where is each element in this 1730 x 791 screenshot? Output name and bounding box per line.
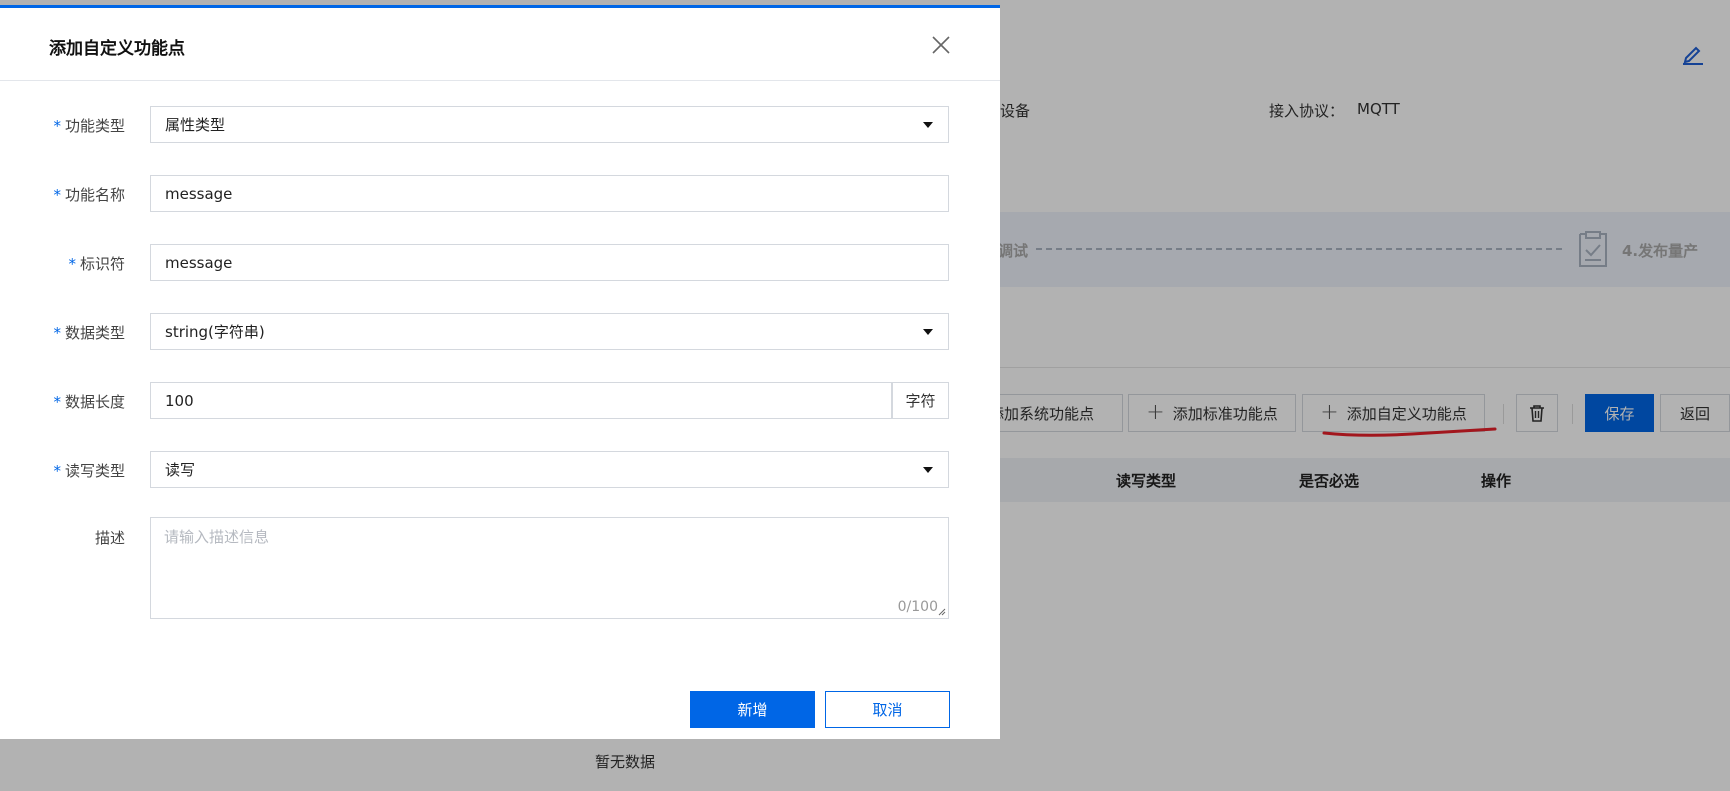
- cancel-button[interactable]: 取消: [825, 691, 950, 728]
- data-type-value: string(字符串): [165, 323, 265, 341]
- required-mark: *: [53, 393, 61, 411]
- rw-type-select[interactable]: 读写: [150, 451, 949, 488]
- data-length-label: * 数据长度: [53, 393, 125, 411]
- required-mark: *: [53, 117, 61, 135]
- dialog-header: 添加自定义功能点: [0, 8, 1000, 81]
- resize-handle-icon[interactable]: [938, 608, 946, 616]
- identifier-input[interactable]: [165, 253, 948, 272]
- add-custom-function-dialog: 添加自定义功能点 *功能类型 属性类型 *功能名称 *标识符 *数据类型 str…: [0, 5, 1000, 739]
- required-mark: *: [53, 462, 61, 480]
- func-type-value: 属性类型: [165, 116, 226, 134]
- required-mark: *: [53, 186, 61, 204]
- data-length-input[interactable]: [165, 391, 891, 410]
- required-mark: *: [68, 255, 76, 273]
- submit-button[interactable]: 新增: [690, 691, 815, 728]
- close-icon[interactable]: [929, 33, 953, 57]
- description-textarea[interactable]: [151, 518, 948, 618]
- func-type-select[interactable]: 属性类型: [150, 106, 949, 143]
- identifier-label: * 标识符: [68, 255, 125, 273]
- dialog-title: 添加自定义功能点: [49, 39, 185, 59]
- func-name-label: * 功能名称: [53, 186, 125, 204]
- func-name-input[interactable]: [165, 184, 948, 203]
- char-counter: 0/100: [897, 599, 938, 615]
- rw-type-value: 读写: [165, 461, 196, 479]
- func-type-label: * 功能类型: [53, 117, 125, 135]
- data-type-label: * 数据类型: [53, 324, 125, 342]
- data-type-select[interactable]: string(字符串): [150, 313, 949, 350]
- description-field[interactable]: 0/100: [150, 517, 949, 619]
- rw-type-label: * 读写类型: [53, 462, 125, 480]
- func-name-field[interactable]: [150, 175, 949, 212]
- identifier-field[interactable]: [150, 244, 949, 281]
- required-mark: *: [53, 324, 61, 342]
- data-length-field[interactable]: [150, 382, 892, 419]
- description-label: 描述: [94, 529, 125, 547]
- data-length-unit: 字符: [892, 382, 949, 419]
